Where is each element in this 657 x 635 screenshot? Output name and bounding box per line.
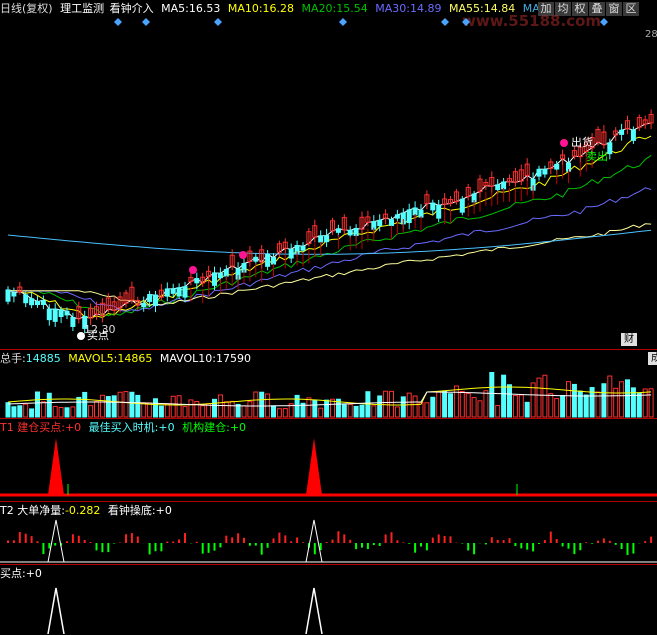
- t3-a-value: +0: [25, 567, 42, 580]
- candle-body: [217, 272, 223, 279]
- candle-body: [436, 204, 442, 219]
- mavol10-value: 17590: [216, 352, 251, 365]
- candle-body: [271, 257, 276, 265]
- candle-body: [619, 129, 625, 135]
- candle-body: [223, 269, 229, 277]
- candle-body: [5, 289, 11, 302]
- t1-title: T1: [0, 421, 14, 434]
- candle-body: [70, 316, 76, 327]
- candle-body: [141, 302, 147, 308]
- mavol5-label: MAVOL5:: [68, 352, 118, 365]
- candle-body: [324, 235, 330, 243]
- candle-body: [335, 228, 341, 233]
- candle-body: [23, 294, 29, 304]
- moving-average-line: [7, 122, 652, 320]
- t2-a-label: 大单净量:: [17, 504, 65, 517]
- sell-label-2: 卖出: [586, 150, 608, 163]
- candle-body: [35, 301, 40, 306]
- candle-body: [300, 245, 306, 251]
- candle-body: [212, 272, 217, 286]
- t3-a-label: 买点:: [0, 567, 26, 580]
- candle-body: [394, 214, 400, 219]
- t1-b-value: +0: [158, 421, 175, 434]
- t1-b-label: 最佳买入时机:: [88, 421, 159, 434]
- candle-body: [536, 168, 542, 177]
- moving-average-line: [8, 187, 652, 312]
- t2-b-value: +0: [155, 504, 172, 517]
- candle-body: [459, 198, 465, 213]
- candle-body: [630, 129, 636, 141]
- candle-body: [170, 288, 176, 294]
- t1-a-label: 建仓买点:: [17, 421, 65, 434]
- moving-average-line: [8, 154, 652, 317]
- candle-body: [288, 248, 294, 259]
- candle-body: [253, 256, 259, 262]
- candle-body: [607, 142, 613, 155]
- candle-body: [542, 168, 548, 175]
- candle-body: [40, 299, 46, 305]
- candle-body: [412, 207, 418, 216]
- t3-panel: [0, 564, 657, 635]
- marker-diamond-icon: [600, 18, 608, 26]
- candle-body: [318, 235, 324, 243]
- candle-body: [176, 287, 182, 297]
- t3-header: 买点:+0: [0, 567, 42, 581]
- candle-body: [418, 209, 424, 218]
- candle-body: [164, 288, 170, 297]
- candle-body: [406, 209, 412, 224]
- t1-c-value: +0: [229, 421, 247, 434]
- mavol5-value: 14865: [117, 352, 153, 365]
- moving-average-line: [8, 223, 652, 306]
- signal-dot-icon: [189, 266, 197, 274]
- buy-point-label: 买点: [87, 329, 109, 342]
- candle-body: [58, 309, 64, 318]
- volume-badge[interactable]: 成: [648, 352, 657, 365]
- candle-body: [64, 310, 70, 316]
- marker-diamond-icon: [114, 18, 122, 26]
- candle-body: [46, 308, 52, 321]
- t1-header: T1 建仓买点:+0 最佳买入时机:+0 机构建仓:+0: [0, 421, 246, 435]
- sell-label: 出货: [571, 136, 593, 149]
- t1-a-value: +0: [64, 421, 82, 434]
- candle-body: [52, 308, 58, 322]
- volume-title: 总手:: [0, 352, 26, 365]
- t1-c-label: 机构建仓:: [182, 421, 230, 434]
- marker-diamond-icon: [441, 18, 449, 26]
- candle-body: [153, 294, 158, 306]
- finance-badge[interactable]: 财: [621, 333, 637, 346]
- candle-body: [389, 219, 394, 226]
- candle-body: [265, 253, 271, 267]
- candle-body: [11, 292, 17, 297]
- candle-body: [495, 184, 501, 191]
- t2-b-label: 看钟操底:: [107, 504, 156, 517]
- candle-body: [554, 163, 560, 170]
- candle-body: [377, 219, 383, 227]
- signal-dot-icon: [239, 251, 247, 259]
- t2-header: T2 大单净量:-0.282 看钟操底:+0: [0, 504, 172, 518]
- candle-body: [430, 202, 436, 211]
- candle-body: [194, 278, 200, 284]
- t2-title: T2: [0, 504, 14, 517]
- candle-body: [182, 286, 188, 298]
- sell-point-icon: [560, 139, 568, 147]
- volume-header: 总手:14885 MAVOL5:14865 MAVOL10:17590: [0, 352, 251, 366]
- marker-diamond-icon: [214, 18, 222, 26]
- marker-diamond-icon: [339, 18, 347, 26]
- moving-average-line: [8, 135, 652, 319]
- marker-diamond-icon: [462, 18, 470, 26]
- marker-diamond-icon: [142, 18, 150, 26]
- candle-body: [29, 298, 35, 306]
- candle-body: [501, 181, 507, 190]
- candle-body: [347, 229, 353, 236]
- volume-value: 14885: [25, 352, 61, 365]
- mavol10-label: MAVOL10:: [159, 352, 216, 365]
- t2-a-value: -0.282: [64, 504, 101, 517]
- candle-body: [147, 294, 153, 302]
